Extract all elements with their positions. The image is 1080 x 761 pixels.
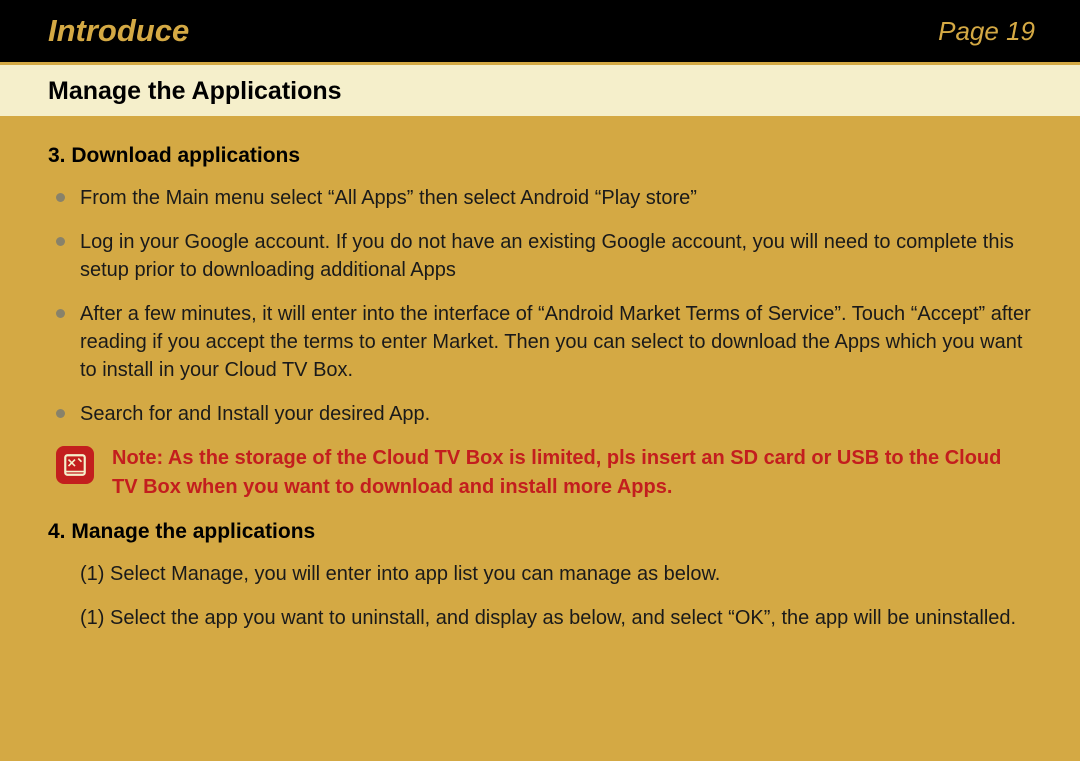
note-text: Note: As the storage of the Cloud TV Box…: [112, 444, 1032, 502]
header-title: Introduce: [48, 13, 189, 49]
section4-heading: 4. Manage the applications: [48, 520, 1032, 544]
subheader-title: Manage the Applications: [48, 77, 1032, 106]
note-block: Note: As the storage of the Cloud TV Box…: [48, 444, 1032, 502]
subheader-bar: Manage the Applications: [0, 62, 1080, 116]
header-bar: Introduce Page 19: [0, 0, 1080, 62]
page-number: Page 19: [938, 16, 1035, 47]
note-icon: [56, 446, 94, 484]
section3-bullet-list: From the Main menu select “All Apps” the…: [48, 184, 1032, 428]
list-item: From the Main menu select “All Apps” the…: [56, 184, 1032, 212]
list-item: Search for and Install your desired App.: [56, 400, 1032, 428]
list-item: Log in your Google account. If you do no…: [56, 228, 1032, 284]
list-item: After a few minutes, it will enter into …: [56, 300, 1032, 384]
section3-heading: 3. Download applications: [48, 144, 1032, 168]
content-area: 3. Download applications From the Main m…: [0, 116, 1080, 632]
numbered-item: (1) Select the app you want to uninstall…: [76, 604, 1032, 632]
numbered-item: (1) Select Manage, you will enter into a…: [76, 560, 1032, 588]
